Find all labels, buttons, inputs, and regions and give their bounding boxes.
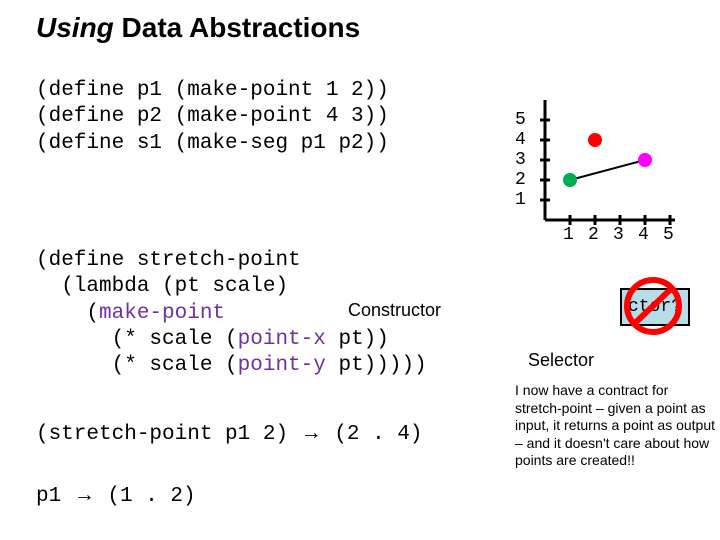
xtick-5: 5 bbox=[663, 225, 674, 245]
xtick-3: 3 bbox=[613, 225, 624, 245]
point-stretched bbox=[588, 133, 602, 147]
arrow-icon: → bbox=[74, 483, 95, 506]
xtick-4: 4 bbox=[638, 225, 649, 245]
ytick-4: 4 bbox=[515, 130, 526, 150]
ytick-1: 1 bbox=[515, 190, 526, 210]
prohibition-icon bbox=[608, 276, 698, 336]
point-p2 bbox=[638, 153, 652, 167]
selector-label: Selector bbox=[528, 350, 594, 371]
contract-note: I now have a contract for stretch-point … bbox=[515, 382, 715, 470]
constructor-name: make-point bbox=[99, 302, 225, 325]
selector-y: point-y bbox=[238, 354, 326, 377]
arrow-icon: → bbox=[301, 421, 322, 444]
point-p1 bbox=[563, 173, 577, 187]
selector-x: point-x bbox=[238, 328, 326, 351]
xtick-2: 2 bbox=[588, 225, 599, 245]
code-call-1: (stretch-point p1 2) → (2 . 4) bbox=[36, 420, 422, 448]
ytick-2: 2 bbox=[515, 170, 526, 190]
xtick-1: 1 bbox=[563, 225, 574, 245]
title-italic: Using bbox=[36, 12, 114, 43]
page-title: Using Data Abstractions bbox=[36, 12, 360, 44]
constructor-label: Constructor bbox=[348, 300, 441, 321]
coordinate-chart: 5 4 3 2 1 1 2 3 4 5 bbox=[510, 85, 680, 250]
code-call-2: p1 → (1 . 2) bbox=[36, 482, 196, 510]
title-rest: Data Abstractions bbox=[114, 12, 360, 43]
code-defines: (define p1 (make-point 1 2)) (define p2 … bbox=[36, 78, 389, 157]
ytick-5: 5 bbox=[515, 110, 526, 130]
ytick-3: 3 bbox=[515, 150, 526, 170]
